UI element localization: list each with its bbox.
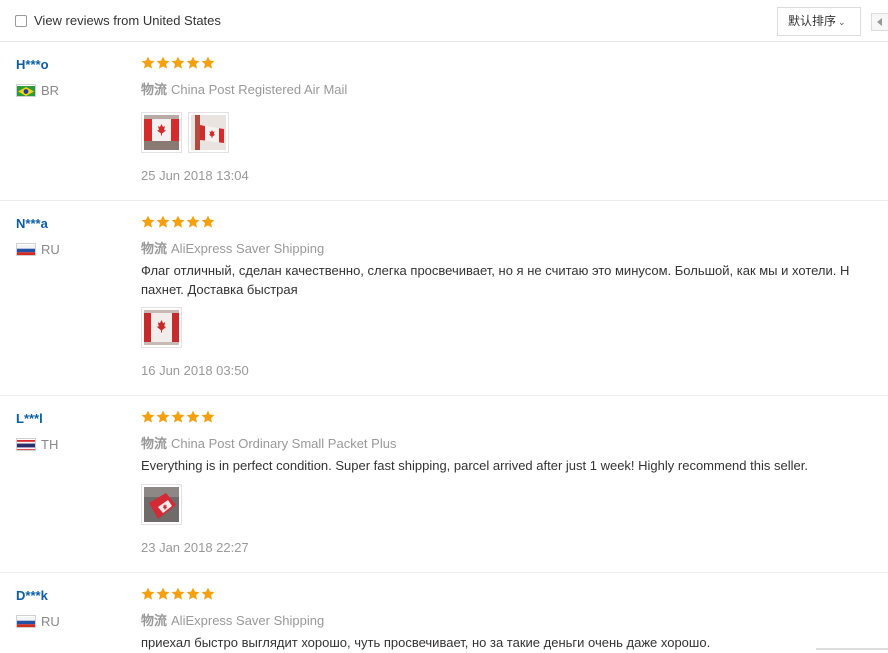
us-reviews-filter-label[interactable]: View reviews from United States — [34, 13, 221, 28]
review-photo[interactable] — [188, 112, 229, 153]
review-date: 25 Jun 2018 13:04 — [141, 168, 249, 183]
star-icon — [156, 215, 170, 228]
shipping-method: 物流 AliExpress Saver Shipping — [141, 241, 325, 256]
rating-stars — [141, 56, 216, 72]
russia-flag-icon — [16, 243, 36, 256]
review-photo[interactable] — [141, 307, 182, 348]
star-icon — [201, 215, 215, 228]
star-icon — [201, 410, 215, 423]
rating-stars — [141, 410, 216, 426]
reviews-toolbar: View reviews from United States 默认排序 ⌄ — [0, 0, 888, 42]
review-text: Флаг отличный, сделан качественно, слегк… — [141, 263, 850, 297]
reviewer-name[interactable]: H***o — [16, 57, 49, 72]
shipping-method: 物流 AliExpress Saver Shipping — [141, 613, 325, 628]
review-item: N***a RU 物流 AliExpress Saver Shipping Фла… — [0, 201, 888, 396]
canada-flag-photo — [191, 115, 226, 150]
review-item: D***k RU 物流 AliExpress Saver Shipping при… — [0, 573, 888, 650]
star-icon — [186, 215, 200, 228]
star-icon — [141, 56, 155, 69]
brazil-flag-icon — [16, 84, 36, 97]
canada-flag-photo — [144, 310, 179, 345]
us-reviews-checkbox[interactable] — [15, 15, 27, 27]
star-icon — [171, 410, 185, 423]
rating-stars — [141, 215, 216, 231]
review-date: 23 Jan 2018 22:27 — [141, 540, 249, 555]
sort-dropdown[interactable]: 默认排序 ⌄ — [777, 7, 861, 36]
review-item: H***o BR 物流 China Post Registered Air Mai… — [0, 42, 888, 201]
shipping-method: 物流 China Post Registered Air Mail — [141, 82, 348, 97]
rating-stars — [141, 587, 216, 603]
star-icon — [186, 587, 200, 600]
reviewer-name[interactable]: D***k — [16, 588, 48, 603]
star-icon — [156, 410, 170, 423]
star-icon — [171, 56, 185, 69]
reviewer-name[interactable]: L***l — [16, 411, 43, 426]
star-icon — [141, 215, 155, 228]
star-icon — [171, 215, 185, 228]
previous-page-button[interactable] — [871, 13, 888, 31]
star-icon — [156, 56, 170, 69]
shipping-method: 物流 China Post Ordinary Small Packet Plus — [141, 436, 397, 451]
review-date: 16 Jun 2018 03:50 — [141, 363, 249, 378]
star-icon — [201, 56, 215, 69]
chevron-down-icon: ⌄ — [838, 17, 846, 27]
review-item: L***l TH 物流 China Post Ordinary Small Pac… — [0, 396, 888, 573]
thailand-flag-icon — [16, 438, 36, 451]
caret-left-icon — [877, 18, 882, 26]
review-text: Everything is in perfect condition. Supe… — [141, 458, 808, 473]
star-icon — [171, 587, 185, 600]
star-icon — [186, 56, 200, 69]
review-photo[interactable] — [141, 112, 182, 153]
star-icon — [156, 587, 170, 600]
folded-flag-photo — [144, 487, 179, 522]
sort-dropdown-label: 默认排序 — [788, 14, 837, 28]
star-icon — [201, 587, 215, 600]
star-icon — [141, 410, 155, 423]
reviewer-name[interactable]: N***a — [16, 216, 48, 231]
review-photo[interactable] — [141, 484, 182, 525]
star-icon — [141, 587, 155, 600]
russia-flag-icon — [16, 615, 36, 628]
star-icon — [186, 410, 200, 423]
canada-flag-photo — [144, 115, 179, 150]
review-text: приехал быстро выглядит хорошо, чуть про… — [141, 635, 711, 650]
